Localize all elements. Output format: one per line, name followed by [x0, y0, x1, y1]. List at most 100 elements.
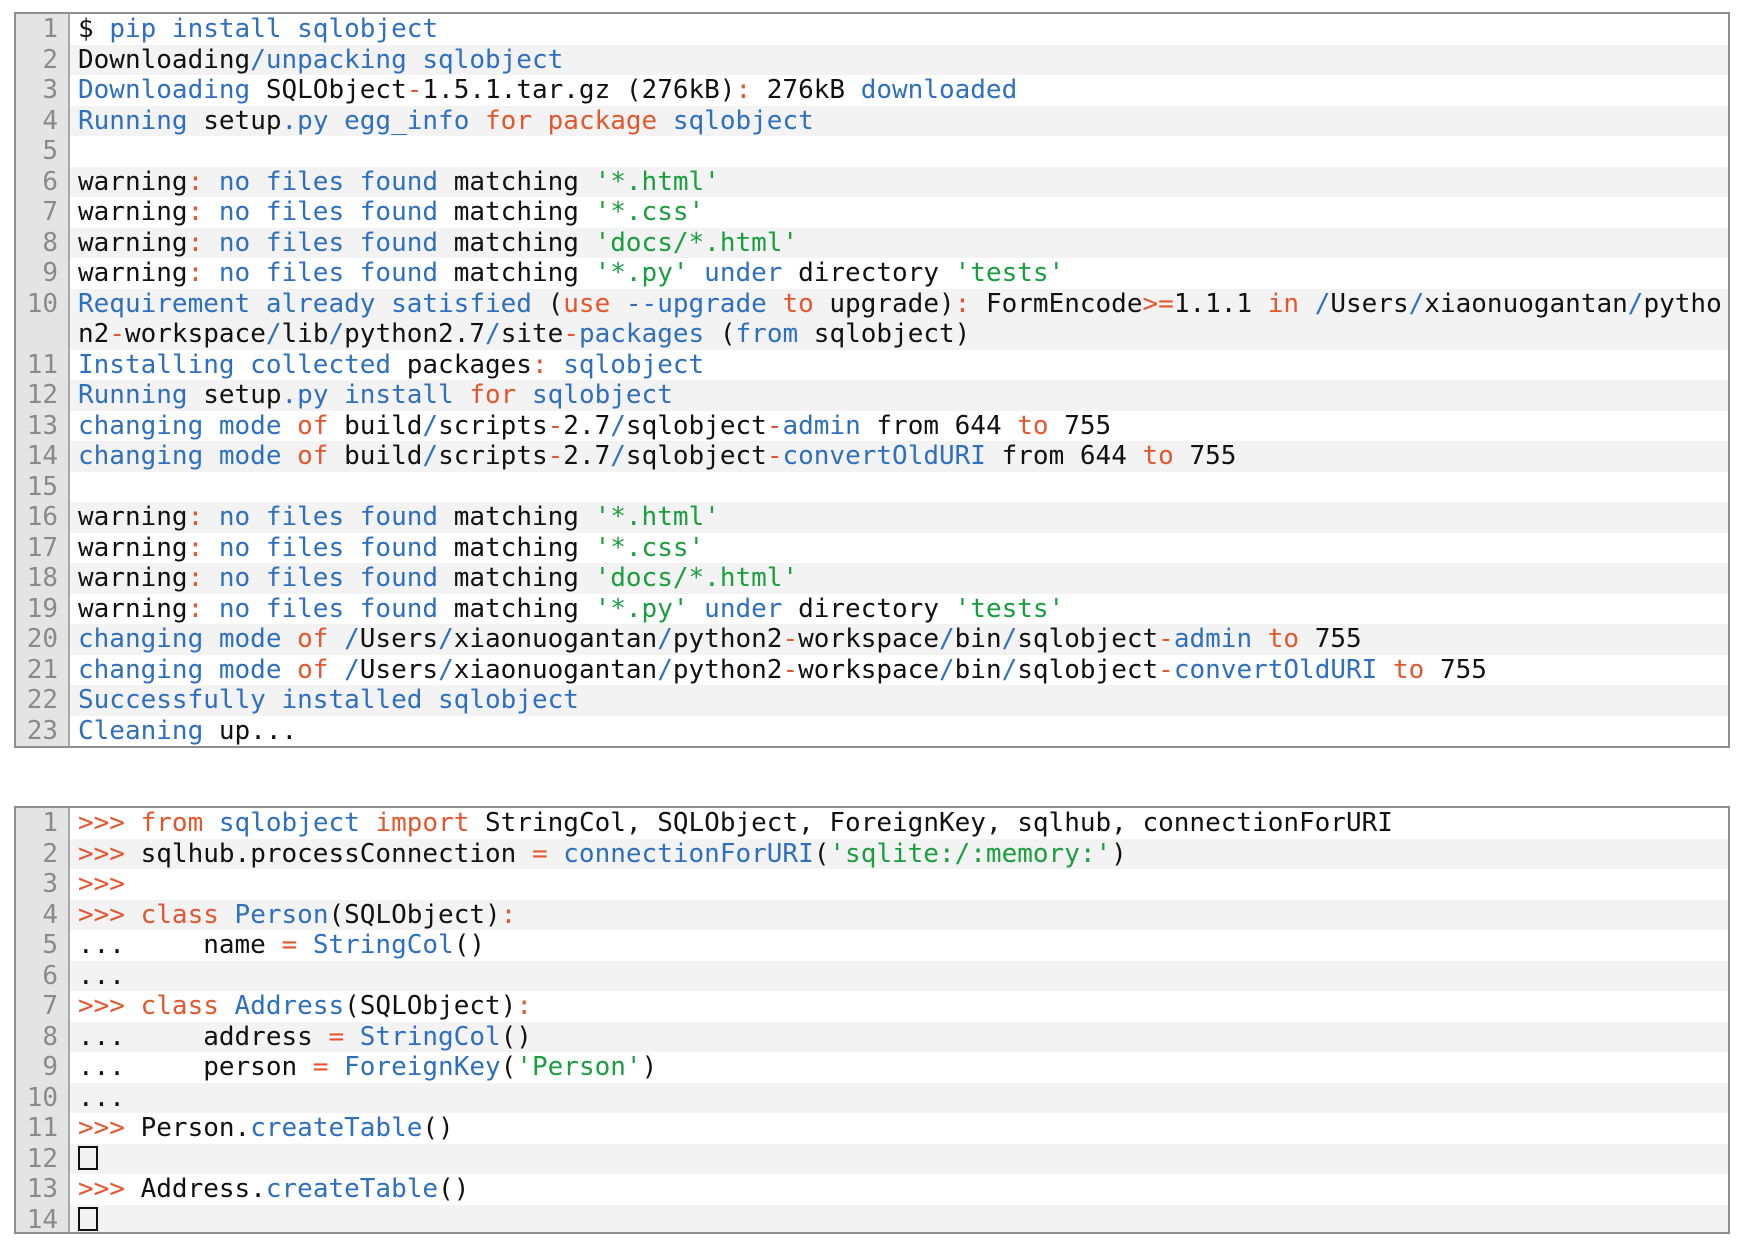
code-token: 1.1.1 — [1173, 288, 1268, 319]
code-token: changing mode — [78, 410, 298, 441]
code-token: /unpacking sqlobject — [250, 44, 564, 75]
code-token: () — [438, 1174, 470, 1204]
code-token: import — [375, 808, 486, 838]
code-token: sqlobject — [531, 380, 673, 410]
code-token: build — [344, 410, 423, 441]
code-token: xiaonuogantan — [453, 654, 658, 685]
code-token: changing mode — [78, 624, 298, 654]
code-token: / — [344, 654, 360, 685]
code-token: >>> — [78, 1174, 141, 1204]
code-token: '*.css' — [594, 532, 705, 563]
line-number: 4 — [16, 105, 70, 136]
line-number: 18 — [16, 563, 70, 594]
code-token: pip install sqlobject — [109, 14, 439, 44]
code-line: 8 warning: no files found matching 'docs/… — [16, 227, 1728, 258]
code-token: StringCol, SQLObject, ForeignKey, sqlhub… — [485, 808, 1393, 838]
code-text: warning: no files found matching '*.html… — [70, 166, 1728, 197]
code-token: (SQLObject) — [328, 899, 501, 930]
code-text: warning: no files found matching '*.css' — [70, 197, 1728, 228]
code-token: 755 — [1064, 410, 1112, 441]
code-line: 4 Running setup.py egg_info for package s… — [16, 105, 1728, 136]
code-token: Person. — [140, 1113, 251, 1143]
code-line: 10... — [16, 1082, 1728, 1113]
line-number: 14 — [16, 1204, 70, 1232]
code-token: python2 — [672, 654, 783, 685]
code-token: of — [297, 654, 345, 685]
line-number: 12 — [16, 1143, 70, 1174]
line-number: 6 — [16, 960, 70, 991]
code-text: changing mode of /Users/xiaonuogantan/py… — [70, 655, 1728, 686]
code-token: packages — [578, 319, 720, 349]
line-number: 7 — [16, 197, 70, 228]
code-token: matching — [453, 197, 595, 227]
line-number: 2 — [16, 44, 70, 75]
line-number: 8 — [16, 1021, 70, 1052]
code-token: scripts — [438, 441, 548, 471]
code-token: sqlobject — [1017, 624, 1159, 654]
code-token: bin — [954, 654, 1002, 685]
code-line: 1 >>> from sqlobject import StringCol, SQ… — [16, 808, 1728, 839]
code-text: >>> sqlhub.processConnection = connectio… — [70, 838, 1728, 869]
code-token: setup — [203, 380, 282, 410]
code-token: / — [1001, 654, 1018, 685]
code-token: from — [735, 319, 814, 349]
code-token: in — [1267, 288, 1315, 319]
code-line: 14 — [16, 1204, 1728, 1232]
code-token: .py egg_info — [281, 105, 486, 136]
code-token: / — [657, 654, 673, 685]
code-token: StringCol — [312, 930, 454, 960]
code-token: up... — [218, 715, 298, 746]
code-token: - — [1158, 654, 1174, 685]
code-text — [70, 1143, 1728, 1174]
code-text: changing mode of build/scripts-2.7/sqlob… — [70, 411, 1728, 442]
code-token: '*.py' — [594, 593, 705, 624]
code-token: admin — [1173, 624, 1268, 654]
code-token: : — [187, 258, 219, 288]
line-number: 3 — [16, 75, 70, 106]
code-token: warning — [78, 502, 188, 532]
code-line: 11 >>> Person.createTable() — [16, 1113, 1728, 1144]
code-token: 2.7 — [563, 441, 611, 471]
code-token: Downloading — [78, 75, 266, 105]
code-token: Users — [1330, 288, 1409, 319]
line-number: 9 — [16, 258, 70, 289]
code-token: warning — [78, 227, 188, 258]
code-token: to — [1392, 654, 1440, 685]
code-token: 755 — [1189, 441, 1237, 471]
code-token: >>> — [78, 899, 141, 930]
code-line: 21 changing mode of /Users/xiaonuogantan/… — [16, 654, 1728, 686]
code-token: ( — [500, 1052, 517, 1082]
code-text: >>> Address.createTable() — [70, 1174, 1728, 1205]
code-token: / — [344, 624, 360, 654]
code-token: ... — [78, 1082, 125, 1113]
code-token: for — [485, 105, 548, 136]
code-token: >>> — [78, 869, 125, 899]
code-line: 22 Successfully installed sqlobject — [16, 685, 1728, 716]
code-token: sqlobject — [1017, 654, 1159, 685]
code-token: 'Person' — [516, 1052, 642, 1082]
code-token: workspace — [798, 624, 939, 654]
line-number: 15 — [16, 471, 70, 502]
code-token: 276kB — [751, 75, 861, 105]
line-number: 10 — [16, 288, 70, 350]
code-token: sqlobject — [625, 410, 767, 441]
code-token: : — [187, 563, 219, 593]
line-number: 8 — [16, 227, 70, 258]
code-token: to — [782, 288, 830, 319]
code-token: changing mode — [78, 441, 298, 471]
code-token: from 644 — [1001, 441, 1143, 471]
code-line: 13 >>> Address.createTable() — [16, 1174, 1728, 1205]
code-line: 13 changing mode of build/scripts-2.7/sql… — [16, 410, 1728, 442]
code-token: to — [1267, 624, 1315, 654]
code-token: / — [1627, 288, 1644, 319]
code-token: '*.py' — [594, 258, 705, 288]
code-line: 14 changing mode of build/scripts-2.7/sql… — [16, 441, 1728, 472]
code-token: no files found — [218, 197, 454, 227]
code-token: FormEncode — [985, 288, 1143, 319]
line-number: 4 — [16, 899, 70, 930]
line-number: 11 — [16, 349, 70, 380]
code-token: StringCol — [359, 1021, 501, 1052]
code-line: 6... — [16, 960, 1728, 991]
code-token: - — [766, 441, 783, 471]
